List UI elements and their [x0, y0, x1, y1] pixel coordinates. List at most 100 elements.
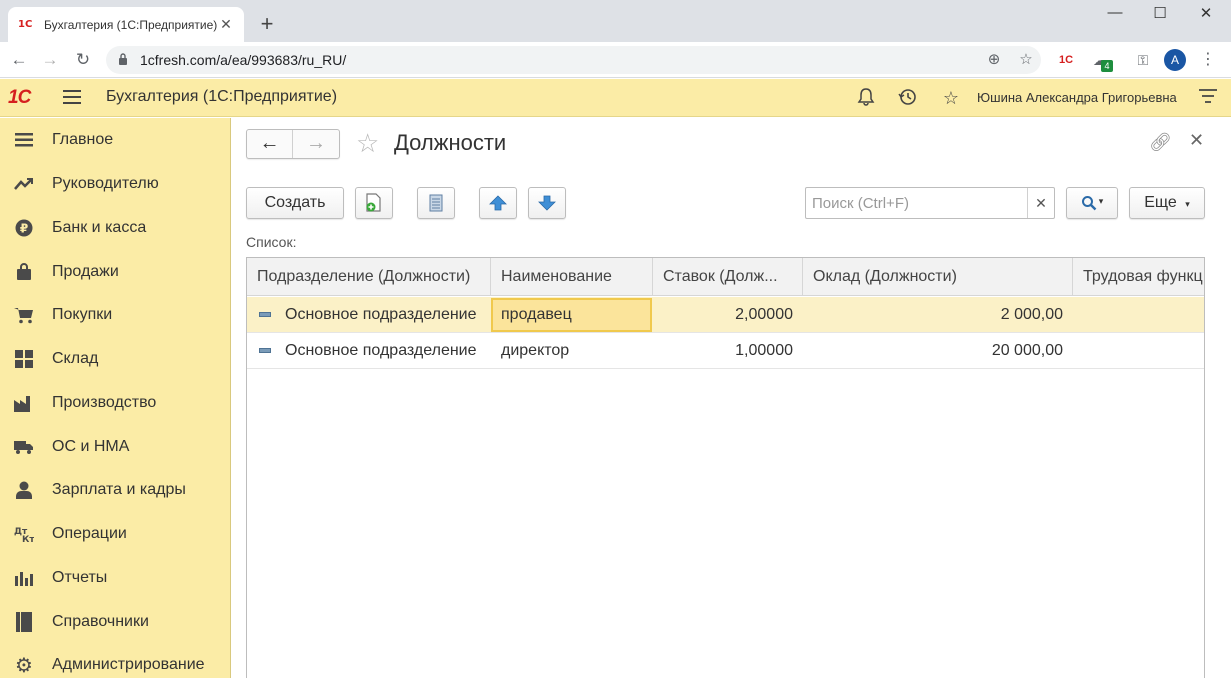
- zoom-icon[interactable]: ⊕: [984, 50, 1004, 68]
- cell-rate[interactable]: 2,00000: [653, 297, 803, 332]
- back-arrow-icon[interactable]: ←: [247, 130, 293, 158]
- cell-salary[interactable]: 2 000,00: [803, 297, 1073, 332]
- form-positions: ← → ☆ Должности 🔗︎ ✕ Создать Поиск (Ctrl…: [231, 118, 1231, 678]
- sidebar-item-label: Покупки: [52, 306, 113, 323]
- search-icon: [1081, 196, 1097, 211]
- history-icon[interactable]: [897, 87, 919, 109]
- close-icon[interactable]: ✕: [1189, 130, 1204, 151]
- move-up-button[interactable]: [479, 187, 517, 219]
- table-row[interactable]: Основное подразделение директор 1,00000 …: [247, 333, 1204, 369]
- sidebar-item-purchases[interactable]: Покупки: [0, 295, 230, 335]
- arrow-up-icon: [489, 195, 507, 211]
- trend-chart-icon: [14, 174, 34, 194]
- forward-arrow-icon[interactable]: →: [293, 130, 339, 158]
- sidebar: Главное Руководителю ₽ Банк и касса Прод…: [0, 118, 231, 678]
- column-header-rate[interactable]: Ставок (Долж...: [653, 258, 803, 296]
- search-options-button[interactable]: ▾: [1066, 187, 1118, 219]
- logo-1c: 1С: [8, 87, 31, 108]
- cell-name[interactable]: продавец: [501, 297, 651, 332]
- sidebar-item-administration[interactable]: ⚙ Администрирование: [0, 645, 230, 685]
- more-label: Еще: [1144, 194, 1177, 211]
- ruble-coin-icon: ₽: [14, 218, 34, 238]
- sidebar-item-manager[interactable]: Руководителю: [0, 164, 230, 204]
- column-header-name[interactable]: Наименование: [491, 258, 653, 296]
- window-close-icon[interactable]: ✕: [1194, 4, 1218, 22]
- sidebar-item-label: Руководителю: [52, 175, 159, 192]
- cart-icon: [14, 305, 34, 325]
- browser-back-icon[interactable]: ←: [9, 50, 29, 70]
- browser-toolbar: ← → ↻ 1cfresh.com/a/ea/993683/ru_RU/ ⊕ ☆…: [0, 42, 1231, 78]
- arrow-down-icon: [538, 195, 556, 211]
- maximize-icon[interactable]: ☐: [1148, 4, 1172, 22]
- list-icon: [429, 194, 443, 212]
- search-placeholder: Поиск (Ctrl+F): [812, 195, 909, 212]
- cell-name[interactable]: директор: [501, 333, 651, 368]
- extension-badge: 4: [1101, 60, 1113, 72]
- add-to-favorites-icon[interactable]: ☆: [356, 129, 379, 157]
- user-name[interactable]: Юшина Александра Григорьевна: [977, 90, 1177, 105]
- main-menu-icon[interactable]: [63, 90, 81, 104]
- list-view-button[interactable]: [417, 187, 455, 219]
- column-header-labor-function[interactable]: Трудовая функц: [1073, 258, 1204, 296]
- browser-tab[interactable]: 1С Бухгалтерия (1С:Предприятие) ✕: [8, 7, 244, 42]
- cell-department[interactable]: Основное подразделение: [285, 297, 491, 332]
- sidebar-item-payroll[interactable]: Зарплата и кадры: [0, 470, 230, 510]
- page-title: Должности: [394, 130, 507, 155]
- svg-text:Кт: Кт: [22, 535, 34, 543]
- svg-text:₽: ₽: [20, 222, 28, 236]
- search-input[interactable]: Поиск (Ctrl+F) ✕: [805, 187, 1055, 219]
- sidebar-item-label: Зарплата и кадры: [52, 481, 186, 498]
- warehouse-grid-icon: [14, 349, 34, 369]
- clear-search-icon[interactable]: ✕: [1027, 188, 1054, 218]
- table-row[interactable]: Основное подразделение продавец 2,00000 …: [247, 297, 1204, 333]
- factory-icon: [14, 393, 34, 413]
- address-bar[interactable]: 1cfresh.com/a/ea/993683/ru_RU/ ⊕ ☆: [106, 46, 1041, 74]
- sidebar-item-reports[interactable]: Отчеты: [0, 558, 230, 598]
- sidebar-item-label: Банк и касса: [52, 219, 147, 236]
- settings-menu-icon[interactable]: [1197, 87, 1219, 109]
- row-item-icon: [259, 348, 271, 353]
- sidebar-item-sales[interactable]: Продажи: [0, 252, 230, 292]
- sidebar-item-label: Производство: [52, 394, 157, 411]
- sidebar-item-operations[interactable]: Дт Кт Операции: [0, 514, 230, 554]
- sidebar-item-main[interactable]: Главное: [0, 120, 230, 160]
- reload-icon[interactable]: ↻: [73, 50, 93, 70]
- minimize-icon[interactable]: —: [1103, 4, 1127, 21]
- cloud-sync-icon[interactable]: ☁ 4: [1089, 50, 1113, 72]
- sidebar-item-label: Продажи: [52, 263, 119, 280]
- cell-department[interactable]: Основное подразделение: [285, 333, 491, 368]
- extension-1c-icon[interactable]: 1С: [1055, 50, 1077, 70]
- bookmark-star-icon[interactable]: ☆: [1016, 50, 1036, 68]
- browser-menu-icon[interactable]: ⋮: [1197, 50, 1219, 70]
- sidebar-item-fixed-assets[interactable]: ОС и НМА: [0, 427, 230, 467]
- avatar[interactable]: A: [1164, 49, 1186, 71]
- move-down-button[interactable]: [528, 187, 566, 219]
- sidebar-item-bank[interactable]: ₽ Банк и касса: [0, 208, 230, 248]
- tab-close-icon[interactable]: ✕: [218, 16, 234, 33]
- browser-forward-icon[interactable]: →: [40, 50, 60, 70]
- sidebar-item-directories[interactable]: Справочники: [0, 602, 230, 642]
- sidebar-item-warehouse[interactable]: Склад: [0, 339, 230, 379]
- sidebar-item-label: Склад: [52, 350, 99, 367]
- menu-lines-icon: [14, 130, 34, 150]
- cell-rate[interactable]: 1,00000: [653, 333, 803, 368]
- create-button[interactable]: Создать: [246, 187, 344, 219]
- copy-button[interactable]: [355, 187, 393, 219]
- column-header-salary[interactable]: Оклад (Должности): [803, 258, 1073, 296]
- column-header-department[interactable]: Подразделение (Должности): [247, 258, 491, 296]
- key-icon[interactable]: ⚿: [1132, 50, 1154, 70]
- more-button[interactable]: Еще ▾: [1129, 187, 1205, 219]
- copy-document-icon: [366, 193, 381, 212]
- url-text: 1cfresh.com/a/ea/993683/ru_RU/: [140, 52, 347, 68]
- book-icon: [14, 612, 34, 632]
- sidebar-item-label: Отчеты: [52, 569, 108, 586]
- new-tab-icon[interactable]: +: [256, 11, 278, 37]
- cell-salary[interactable]: 20 000,00: [803, 333, 1073, 368]
- cell-labor-function[interactable]: [1073, 333, 1204, 368]
- sidebar-item-production[interactable]: Производство: [0, 383, 230, 423]
- chevron-down-icon: ▾: [1185, 199, 1190, 209]
- cell-labor-function[interactable]: [1073, 297, 1204, 332]
- favorites-star-icon[interactable]: ☆: [940, 87, 962, 109]
- link-icon[interactable]: 🔗︎: [1149, 132, 1172, 153]
- bell-icon[interactable]: [855, 87, 877, 109]
